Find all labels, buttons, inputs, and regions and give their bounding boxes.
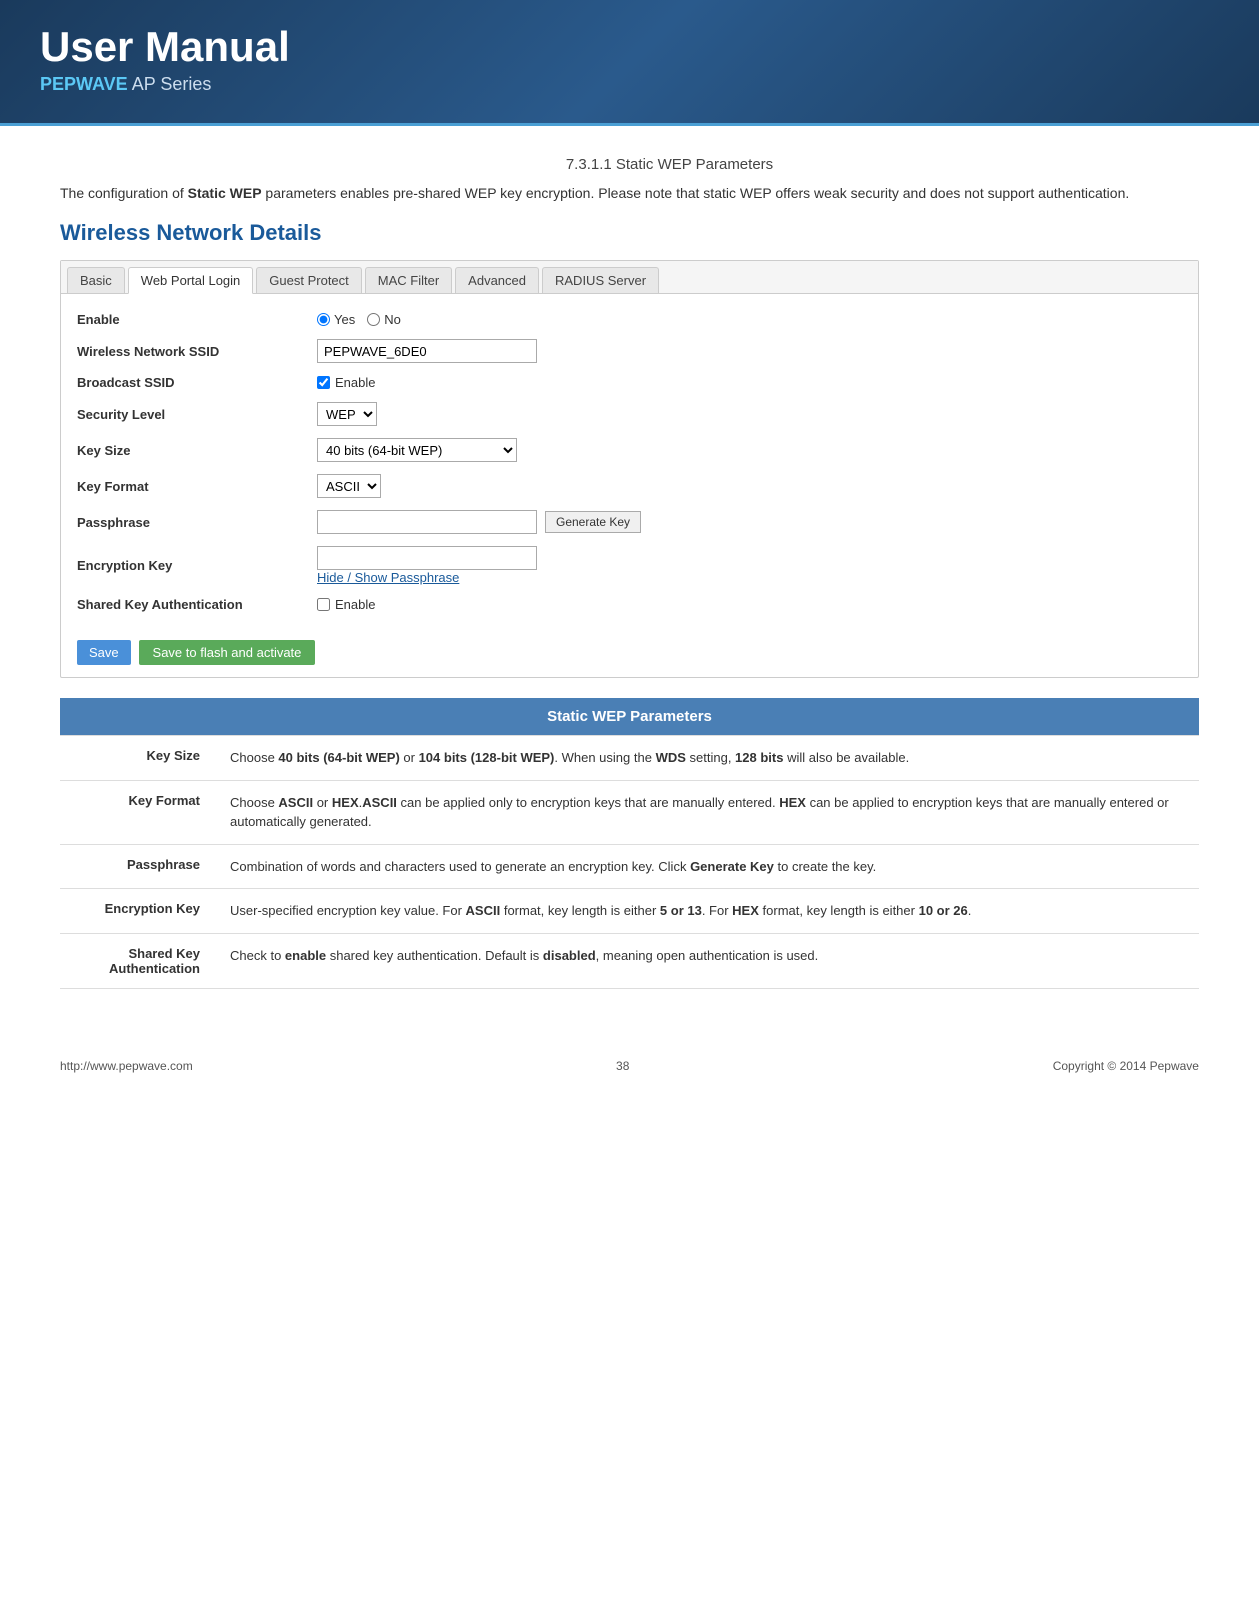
wireless-heading: Wireless Network Details bbox=[60, 220, 1199, 246]
ssid-row: Wireless Network SSID bbox=[77, 333, 1182, 369]
page-header: User Manual PEPWAVE AP Series bbox=[0, 0, 1259, 126]
enable-yes-radio[interactable] bbox=[317, 313, 330, 326]
passphrase-input-row: Generate Key bbox=[317, 510, 1182, 534]
keysize-select[interactable]: 40 bits (64-bit WEP) bbox=[317, 438, 517, 462]
param-name-keysize: Key Size bbox=[60, 736, 220, 781]
save-activate-button[interactable]: Save to flash and activate bbox=[139, 640, 316, 665]
param-name-keyformat: Key Format bbox=[60, 780, 220, 844]
wireless-network-details-box: Basic Web Portal Login Guest Protect MAC… bbox=[60, 260, 1199, 678]
broadcast-enable-option[interactable]: Enable bbox=[317, 375, 1182, 390]
shared-key-control: Enable bbox=[317, 597, 1182, 612]
param-desc-keyformat: Choose ASCII or HEX.ASCII can be applied… bbox=[220, 780, 1199, 844]
security-row: Security Level WEP bbox=[77, 396, 1182, 432]
param-desc-passphrase: Combination of words and characters used… bbox=[220, 844, 1199, 889]
manual-subtitle: PEPWAVE AP Series bbox=[40, 74, 1219, 95]
keyformat-row: Key Format ASCII bbox=[77, 468, 1182, 504]
enable-radio-group: Yes No bbox=[317, 312, 1182, 327]
keysize-label: Key Size bbox=[77, 443, 317, 458]
tab-guest-protect[interactable]: Guest Protect bbox=[256, 267, 361, 293]
footer-right: Copyright © 2014 Pepwave bbox=[1053, 1059, 1199, 1073]
shared-key-label: Shared Key Authentication bbox=[77, 597, 317, 612]
broadcast-control: Enable bbox=[317, 375, 1182, 390]
param-row-shared-key: Shared KeyAuthentication Check to enable… bbox=[60, 933, 1199, 988]
ssid-label: Wireless Network SSID bbox=[77, 344, 317, 359]
enable-no-label: No bbox=[384, 312, 401, 327]
encryption-label: Encryption Key bbox=[77, 558, 317, 573]
footer-left: http://www.pepwave.com bbox=[60, 1059, 193, 1073]
subtitle-text: AP Series bbox=[128, 74, 212, 94]
tab-web-portal-login[interactable]: Web Portal Login bbox=[128, 267, 254, 294]
param-name-shared-key: Shared KeyAuthentication bbox=[60, 933, 220, 988]
passphrase-control: Generate Key bbox=[317, 510, 1182, 534]
footer-center: 38 bbox=[616, 1059, 629, 1073]
param-desc-keysize: Choose 40 bits (64-bit WEP) or 104 bits … bbox=[220, 736, 1199, 781]
security-label: Security Level bbox=[77, 407, 317, 422]
param-name-passphrase: Passphrase bbox=[60, 844, 220, 889]
save-button[interactable]: Save bbox=[77, 640, 131, 665]
button-row: Save Save to flash and activate bbox=[61, 630, 1198, 677]
param-row-encryption: Encryption Key User-specified encryption… bbox=[60, 889, 1199, 934]
tab-mac-filter[interactable]: MAC Filter bbox=[365, 267, 452, 293]
form-body: Enable Yes No Wirele bbox=[61, 294, 1198, 630]
keysize-row: Key Size 40 bits (64-bit WEP) bbox=[77, 432, 1182, 468]
manual-title: User Manual bbox=[40, 24, 1219, 70]
hide-show-passphrase-link[interactable]: Hide / Show Passphrase bbox=[317, 570, 459, 585]
broadcast-label: Broadcast SSID bbox=[77, 375, 317, 390]
tab-radius-server[interactable]: RADIUS Server bbox=[542, 267, 659, 293]
encryption-row: Encryption Key Hide / Show Passphrase bbox=[77, 540, 1182, 591]
shared-key-enable-label: Enable bbox=[335, 597, 375, 612]
shared-key-enable-option[interactable]: Enable bbox=[317, 597, 1182, 612]
enable-no-option[interactable]: No bbox=[367, 312, 401, 327]
ssid-control bbox=[317, 339, 1182, 363]
shared-key-row: Shared Key Authentication Enable bbox=[77, 591, 1182, 618]
main-content: 7.3.1.1 Static WEP Parameters The config… bbox=[0, 126, 1259, 1019]
generate-key-button[interactable]: Generate Key bbox=[545, 511, 641, 533]
tab-bar: Basic Web Portal Login Guest Protect MAC… bbox=[61, 261, 1198, 294]
keyformat-control: ASCII bbox=[317, 474, 1182, 498]
passphrase-label: Passphrase bbox=[77, 515, 317, 530]
tab-basic[interactable]: Basic bbox=[67, 267, 125, 293]
shared-key-checkbox[interactable] bbox=[317, 598, 330, 611]
enable-control: Yes No bbox=[317, 312, 1182, 327]
security-select[interactable]: WEP bbox=[317, 402, 377, 426]
param-row-keyformat: Key Format Choose ASCII or HEX.ASCII can… bbox=[60, 780, 1199, 844]
params-table: Static WEP Parameters Key Size Choose 40… bbox=[60, 698, 1199, 989]
enable-yes-label: Yes bbox=[334, 312, 355, 327]
tab-advanced[interactable]: Advanced bbox=[455, 267, 539, 293]
enable-label: Enable bbox=[77, 312, 317, 327]
param-name-encryption: Encryption Key bbox=[60, 889, 220, 934]
encryption-control: Hide / Show Passphrase bbox=[317, 546, 1182, 585]
page-footer: http://www.pepwave.com 38 Copyright © 20… bbox=[0, 1059, 1259, 1073]
param-desc-encryption: User-specified encryption key value. For… bbox=[220, 889, 1199, 934]
intro-paragraph: The configuration of Static WEP paramete… bbox=[60, 183, 1199, 204]
ssid-input[interactable] bbox=[317, 339, 537, 363]
param-row-passphrase: Passphrase Combination of words and char… bbox=[60, 844, 1199, 889]
passphrase-row: Passphrase Generate Key bbox=[77, 504, 1182, 540]
keyformat-label: Key Format bbox=[77, 479, 317, 494]
enable-yes-option[interactable]: Yes bbox=[317, 312, 355, 327]
enable-no-radio[interactable] bbox=[367, 313, 380, 326]
params-table-header: Static WEP Parameters bbox=[60, 698, 1199, 736]
enable-row: Enable Yes No bbox=[77, 306, 1182, 333]
broadcast-checkbox[interactable] bbox=[317, 376, 330, 389]
keysize-control: 40 bits (64-bit WEP) bbox=[317, 438, 1182, 462]
security-control: WEP bbox=[317, 402, 1182, 426]
param-desc-shared-key: Check to enable shared key authenticatio… bbox=[220, 933, 1199, 988]
section-heading: 7.3.1.1 Static WEP Parameters bbox=[140, 156, 1199, 173]
brand-name: PEPWAVE bbox=[40, 74, 128, 94]
param-row-keysize: Key Size Choose 40 bits (64-bit WEP) or … bbox=[60, 736, 1199, 781]
passphrase-input[interactable] bbox=[317, 510, 537, 534]
encryption-input[interactable] bbox=[317, 546, 537, 570]
keyformat-select[interactable]: ASCII bbox=[317, 474, 381, 498]
broadcast-row: Broadcast SSID Enable bbox=[77, 369, 1182, 396]
broadcast-enable-label: Enable bbox=[335, 375, 375, 390]
